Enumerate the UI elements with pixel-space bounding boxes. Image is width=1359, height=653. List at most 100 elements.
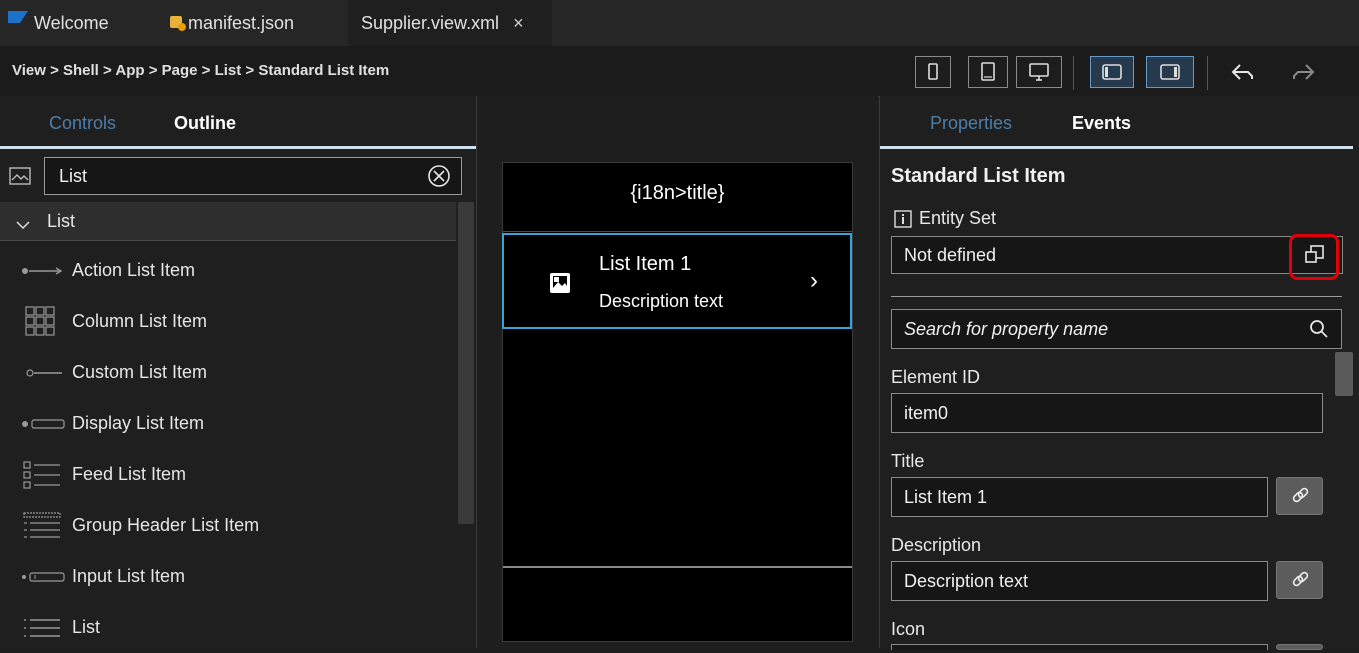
tab-properties[interactable]: Properties (930, 113, 1012, 134)
panel-tab-divider (0, 146, 476, 149)
redo-icon (1293, 64, 1315, 80)
info-icon[interactable] (894, 210, 912, 233)
icon-binding-button[interactable] (1276, 644, 1323, 650)
control-item-label: Action List Item (72, 260, 196, 280)
control-item-action-list-item[interactable]: Action List Item (0, 245, 456, 296)
control-item-label: Feed List Item (72, 464, 187, 484)
link-icon (1292, 487, 1308, 503)
close-tab-icon[interactable]: × (513, 13, 524, 34)
title-input[interactable]: List Item 1 (891, 477, 1268, 517)
toggle-right-panel-button[interactable] (1146, 56, 1194, 88)
tablet-view-button[interactable] (968, 56, 1008, 88)
search-value: List (59, 166, 88, 186)
search-icon (1309, 319, 1329, 344)
control-item-column-list-item[interactable]: Column List Item (0, 296, 456, 347)
custom-list-item-icon (20, 368, 72, 378)
phone-view-button[interactable] (915, 56, 951, 88)
entity-set-value: Not defined (904, 244, 997, 265)
title-label: Title (891, 451, 925, 471)
breadcrumb[interactable]: View > Shell > App > Page > List > Stand… (12, 62, 389, 79)
control-item-label: Custom List Item (72, 362, 208, 382)
control-item-label: Column List Item (72, 311, 208, 331)
entity-set-label: Entity Set (919, 208, 997, 228)
undo-button[interactable] (1230, 60, 1256, 89)
chevron-down-icon (16, 214, 30, 235)
header-divider (503, 231, 852, 232)
undo-icon (1231, 64, 1253, 80)
json-file-icon (170, 14, 186, 32)
tab-events[interactable]: Events (1072, 113, 1131, 134)
title-binding-button[interactable] (1276, 477, 1323, 515)
tab-welcome[interactable]: Welcome (0, 0, 152, 46)
list-group-header[interactable]: List (0, 202, 456, 241)
desktop-view-button[interactable] (1016, 56, 1062, 88)
title-value: List Item 1 (904, 486, 988, 507)
page-title[interactable]: {i18n>title} (502, 182, 853, 205)
column-list-item-icon (20, 305, 72, 339)
control-item-list[interactable]: List (0, 602, 456, 653)
description-input[interactable]: Description text (891, 561, 1268, 601)
link-icon (1292, 571, 1308, 587)
right-panel-icon (1160, 64, 1180, 80)
control-item-display-list-item[interactable]: Display List Item (0, 398, 456, 449)
icon-input[interactable] (891, 644, 1268, 650)
list-item-title: List Item 1 (599, 253, 692, 275)
properties-scrollbar[interactable] (1335, 352, 1353, 396)
control-item-feed-list-item[interactable]: Feed List Item (0, 449, 456, 500)
description-binding-button[interactable] (1276, 561, 1323, 599)
control-item-label: Input List Item (72, 566, 186, 586)
description-value: Description text (904, 570, 1029, 591)
image-icon (549, 272, 571, 299)
footer-divider (503, 566, 852, 568)
input-list-item-icon (20, 571, 72, 583)
tab-label: manifest.json (188, 12, 295, 33)
icon-label: Icon (891, 619, 926, 639)
control-item-label: Display List Item (72, 413, 205, 433)
group-label: List (47, 211, 76, 231)
copy-window-icon (1305, 245, 1324, 263)
description-label: Description (891, 535, 982, 555)
tab-label: Welcome (34, 12, 109, 33)
toolbar-separator (1073, 56, 1074, 90)
selected-list-item[interactable]: List Item 1 Description text › (502, 233, 852, 329)
tab-manifest[interactable]: manifest.json (152, 0, 348, 46)
left-panel-icon (1102, 64, 1122, 80)
control-item-input-list-item[interactable]: Input List Item (0, 551, 456, 602)
feed-list-item-icon (20, 460, 72, 490)
panel-tab-divider (880, 146, 1353, 149)
control-item-group-header-list-item[interactable]: Group Header List Item (0, 500, 456, 551)
entity-set-field[interactable]: Not defined (891, 236, 1343, 274)
element-id-label: Element ID (891, 367, 981, 387)
toolbar-separator (1207, 56, 1208, 90)
open-entity-set-dialog-button[interactable] (1304, 244, 1326, 271)
action-list-item-icon (20, 266, 72, 276)
search-placeholder: Search for property name (904, 318, 1109, 339)
controls-search-input[interactable]: List (44, 157, 462, 195)
element-id-value: item0 (904, 402, 949, 423)
group-header-list-item-icon (20, 511, 72, 541)
redo-button[interactable] (1290, 60, 1316, 89)
selected-control-name: Standard List Item (891, 165, 1066, 187)
phone-icon (928, 63, 938, 80)
clear-search-icon[interactable] (427, 164, 451, 193)
display-list-item-icon (20, 418, 72, 430)
toggle-left-panel-button[interactable] (1090, 56, 1134, 88)
section-divider (891, 296, 1342, 297)
control-item-label: Group Header List Item (72, 515, 260, 535)
tab-supplier-view[interactable]: Supplier.view.xml × (348, 0, 552, 46)
list-item-description: Description text (599, 291, 724, 311)
desktop-icon (1029, 63, 1049, 81)
control-item-custom-list-item[interactable]: Custom List Item (0, 347, 456, 398)
sap-logo-icon (8, 11, 28, 23)
tab-controls[interactable]: Controls (49, 113, 116, 134)
property-search-input[interactable]: Search for property name (891, 309, 1342, 349)
filter-toggle-button[interactable] (8, 166, 34, 193)
tab-outline[interactable]: Outline (174, 113, 236, 134)
tab-label: Supplier.view.xml (361, 12, 500, 33)
tablet-icon (981, 62, 995, 81)
control-item-label: List (72, 617, 101, 637)
element-id-input[interactable]: item0 (891, 393, 1323, 433)
image-filter-icon (9, 167, 31, 185)
controls-scrollbar[interactable] (458, 202, 474, 524)
chevron-right-icon: › (810, 267, 818, 294)
